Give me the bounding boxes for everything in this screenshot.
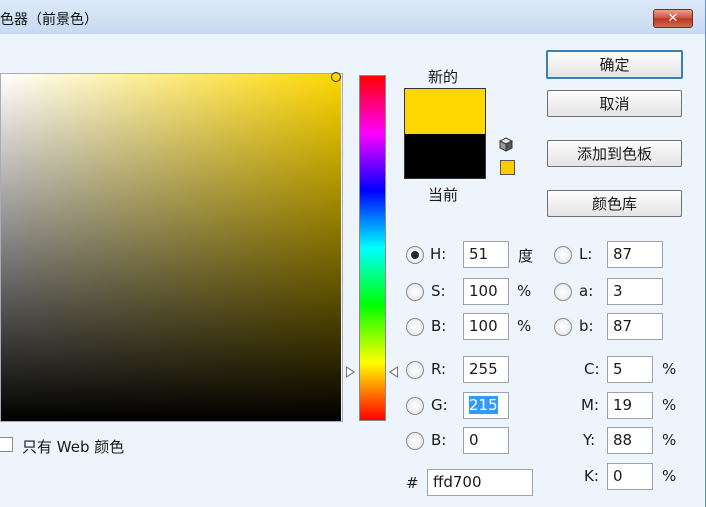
color-field-marker[interactable] <box>331 72 341 82</box>
brightness-input[interactable]: 100 <box>463 313 509 340</box>
brightness-label: B: <box>431 317 447 335</box>
green-label: G: <box>431 396 448 414</box>
red-input[interactable]: 255 <box>463 356 509 383</box>
close-icon: ✕ <box>667 11 679 26</box>
blue-label: B: <box>431 431 447 449</box>
title-bar: 色器（前景色） ✕ <box>0 0 705 34</box>
radio-saturation[interactable] <box>406 283 424 301</box>
radio-hue[interactable] <box>406 246 424 264</box>
red-label: R: <box>431 360 447 378</box>
current-color-label: 当前 <box>428 186 459 204</box>
radio-blue[interactable] <box>406 432 424 450</box>
hue-handle-left-inner <box>347 368 353 376</box>
radio-lab-b[interactable] <box>554 318 572 336</box>
current-color-swatch[interactable] <box>404 134 486 179</box>
new-color-label: 新的 <box>428 68 459 86</box>
yellow-unit: % <box>662 431 677 449</box>
close-button[interactable]: ✕ <box>653 9 693 28</box>
hue-label: H: <box>430 245 447 263</box>
color-libraries-button[interactable]: 颜色库 <box>547 190 682 217</box>
blue-input[interactable]: 0 <box>463 427 509 454</box>
black-input[interactable]: 0 <box>607 463 653 490</box>
radio-brightness[interactable] <box>406 318 424 336</box>
saturation-input[interactable]: 100 <box>463 278 509 305</box>
radio-red[interactable] <box>406 361 424 379</box>
hex-input[interactable]: ffd700 <box>427 469 533 496</box>
new-color-swatch <box>404 88 486 134</box>
magenta-unit: % <box>662 396 677 414</box>
lab-l-label: L: <box>579 245 593 263</box>
web-colors-only-label: 只有 Web 颜色 <box>22 438 125 456</box>
lab-b-label: b: <box>579 317 594 335</box>
hue-input[interactable]: 51 <box>463 241 509 268</box>
lab-b-input[interactable]: 87 <box>607 313 663 340</box>
cancel-button[interactable]: 取消 <box>547 90 682 117</box>
lab-l-input[interactable]: 87 <box>607 241 663 268</box>
cube-icon[interactable] <box>499 137 513 152</box>
cyan-input[interactable]: 5 <box>607 356 653 383</box>
yellow-label: Y: <box>583 431 596 449</box>
cyan-label: C: <box>584 360 600 378</box>
magenta-input[interactable]: 19 <box>607 392 653 419</box>
hue-handle-right-inner <box>391 368 397 376</box>
saturation-unit: % <box>517 282 532 300</box>
radio-lab-l[interactable] <box>554 246 572 264</box>
cyan-unit: % <box>662 360 677 378</box>
hex-label: # <box>406 474 419 492</box>
ok-button[interactable]: 确定 <box>546 50 683 79</box>
lab-a-input[interactable]: 3 <box>607 278 663 305</box>
hue-unit: 度 <box>518 247 534 265</box>
black-label: K: <box>584 467 599 485</box>
yellow-input[interactable]: 88 <box>607 427 653 454</box>
black-unit: % <box>662 467 677 485</box>
green-input[interactable]: 215 <box>463 392 509 419</box>
saturation-label: S: <box>431 282 446 300</box>
brightness-unit: % <box>517 317 532 335</box>
radio-lab-a[interactable] <box>554 283 572 301</box>
magenta-label: M: <box>581 396 599 414</box>
radio-green[interactable] <box>406 397 424 415</box>
dialog-title: 色器（前景色） <box>0 12 98 28</box>
color-picker-dialog: 色器（前景色） ✕ 新的 当前 确定 取消 添加到色板 颜色库 H: 51 度 … <box>0 0 706 507</box>
saturation-brightness-field[interactable] <box>0 74 341 421</box>
web-colors-only-checkbox[interactable] <box>0 437 13 452</box>
hue-slider[interactable] <box>359 75 386 421</box>
websafe-color-swatch[interactable] <box>500 160 515 175</box>
add-to-swatches-button[interactable]: 添加到色板 <box>547 140 682 167</box>
lab-a-label: a: <box>579 282 594 300</box>
